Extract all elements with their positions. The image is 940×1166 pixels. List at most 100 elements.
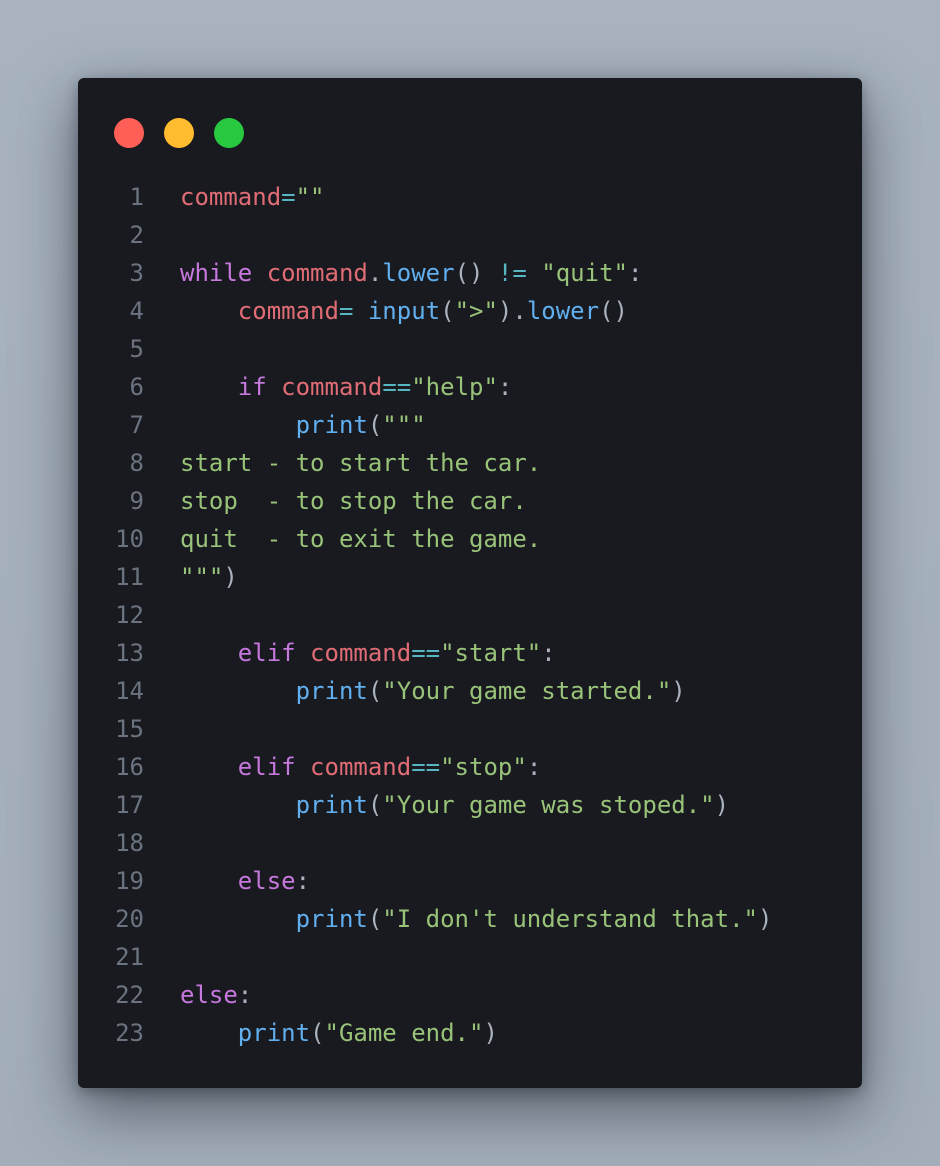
code-line: 21 <box>78 938 862 976</box>
code-token: command <box>281 373 383 401</box>
code-token: == <box>411 753 441 781</box>
code-token: . <box>367 259 383 287</box>
code-token: ( <box>367 791 383 819</box>
code-token: input <box>367 297 441 325</box>
code-line: 3 while command.lower() != "quit": <box>78 254 862 292</box>
code-token: quit - to exit the game. <box>180 525 542 553</box>
code-line: 23 print("Game end.") <box>78 1014 862 1052</box>
code-token: command <box>310 753 412 781</box>
maximize-dot-icon[interactable] <box>214 118 244 148</box>
code-token: ( <box>367 411 383 439</box>
code-line: 15 <box>78 710 862 748</box>
code-token: != <box>497 259 527 287</box>
code-token: : <box>295 867 311 895</box>
line-number: 9 <box>129 487 144 515</box>
code-token: "I don't understand that." <box>382 905 758 933</box>
code-token: : <box>627 259 643 287</box>
code-token: ( <box>367 905 383 933</box>
window-controls <box>114 118 244 148</box>
code-token: "Game end." <box>324 1019 484 1047</box>
code-token: "help" <box>411 373 498 401</box>
code-text: print("I don't understand that.") <box>144 900 773 938</box>
line-number: 13 <box>115 639 144 667</box>
line-number: 23 <box>115 1019 144 1047</box>
code-token: elif <box>237 639 296 667</box>
line-number: 22 <box>115 981 144 1009</box>
code-text: print("Your game started.") <box>144 672 686 710</box>
code-line: 10 quit - to exit the game. <box>78 520 862 558</box>
code-token: = <box>338 297 354 325</box>
code-token: print <box>295 677 368 705</box>
code-token: : <box>541 639 556 667</box>
code-token: ). <box>497 297 527 325</box>
code-token: == <box>411 639 441 667</box>
code-line: 2 <box>78 216 862 254</box>
line-number: 18 <box>115 829 144 857</box>
code-line: 17 print("Your game was stoped.") <box>78 786 862 824</box>
code-token: print <box>295 905 368 933</box>
code-text: command="" <box>144 178 325 216</box>
code-token: : <box>497 373 513 401</box>
code-token: ">" <box>454 297 498 325</box>
line-number: 15 <box>115 715 144 743</box>
code-token: while <box>180 259 253 287</box>
code-text: while command.lower() != "quit": <box>144 254 642 292</box>
code-text: start - to start the car. <box>144 444 541 482</box>
code-token: ) <box>757 905 773 933</box>
line-number: 20 <box>115 905 144 933</box>
close-dot-icon[interactable] <box>114 118 144 148</box>
code-token: """ <box>180 563 224 591</box>
line-number: 21 <box>115 943 144 971</box>
code-line: 7 print(""" <box>78 406 862 444</box>
code-line: 19 else: <box>78 862 862 900</box>
code-token: if <box>237 373 267 401</box>
minimize-dot-icon[interactable] <box>164 118 194 148</box>
code-line: 4 command= input(">").lower() <box>78 292 862 330</box>
line-number: 6 <box>129 373 144 401</box>
code-line: 9 stop - to stop the car. <box>78 482 862 520</box>
line-number: 5 <box>129 335 144 363</box>
code-token: = <box>281 183 296 211</box>
code-token: ( <box>310 1019 325 1047</box>
code-text: command= input(">").lower() <box>144 292 628 330</box>
code-token: start - to start the car. <box>180 449 542 477</box>
code-line: 22 else: <box>78 976 862 1014</box>
line-number: 16 <box>115 753 144 781</box>
code-line: 12 <box>78 596 862 634</box>
code-token: == <box>382 373 412 401</box>
code-token: "start" <box>440 639 542 667</box>
code-token: ) <box>483 1019 498 1047</box>
line-number: 2 <box>129 221 144 249</box>
line-number: 17 <box>115 791 144 819</box>
code-token: "Your game started." <box>382 677 672 705</box>
line-number: 3 <box>129 259 144 287</box>
line-number: 11 <box>115 563 144 591</box>
code-line: 6 if command=="help": <box>78 368 862 406</box>
code-token: else <box>180 981 238 1009</box>
line-number: 14 <box>115 677 144 705</box>
code-token: ) <box>223 563 238 591</box>
code-token: else <box>237 867 296 895</box>
code-block: 1 command="" 2 3 while command.lower() != "q… <box>78 178 862 1052</box>
code-token: command <box>266 259 368 287</box>
code-text: elif command=="start": <box>144 634 556 672</box>
code-line: 5 <box>78 330 862 368</box>
code-token: "Your game was stoped." <box>382 791 715 819</box>
code-text: quit - to exit the game. <box>144 520 541 558</box>
code-text: else: <box>144 976 252 1014</box>
code-token: print <box>237 1019 311 1047</box>
code-token: ) <box>714 791 730 819</box>
code-text: print("Game end.") <box>144 1014 498 1052</box>
